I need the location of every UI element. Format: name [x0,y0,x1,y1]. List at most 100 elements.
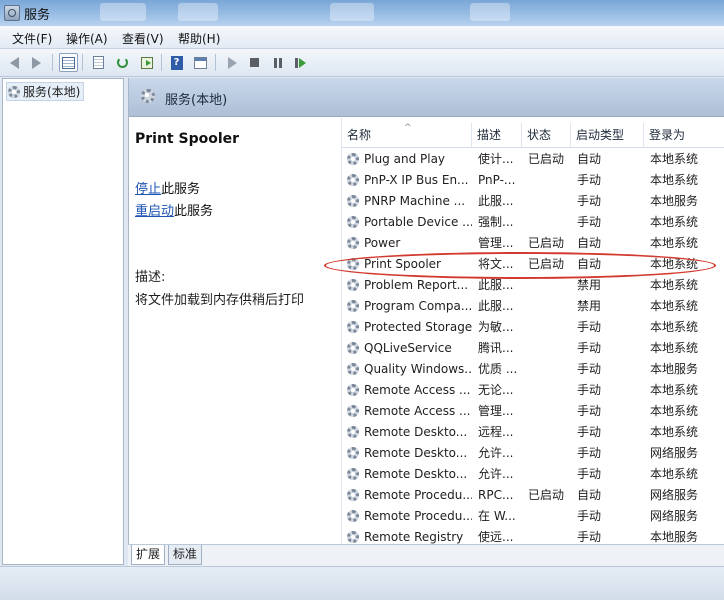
services-pane: 服务(本地) Print Spooler 停止此服务 重启动此服务 描述: 将文… [128,78,724,565]
table-row[interactable]: Print Spooler 将文... 已启动 自动 本地系统 [342,254,724,275]
stop-service-button[interactable] [245,53,264,72]
column-header-label: 启动类型 [576,128,625,142]
stop-service-link[interactable]: 停止 [135,182,161,197]
properties-list-button[interactable] [89,53,108,72]
pause-service-button[interactable] [268,53,287,72]
service-gear-icon [347,426,359,438]
export-list-icon [140,56,153,69]
service-name-cell: Print Spooler [364,257,441,271]
menu-view[interactable]: 查看(V) [122,30,164,47]
restart-service-link[interactable]: 重启动 [135,204,174,219]
column-header-name[interactable]: 名称 ^ [342,123,472,147]
service-description-cell: 强制... [478,215,514,229]
service-startup-type-cell: 手动 [577,194,602,208]
menu-action[interactable]: 操作(A) [66,30,108,47]
table-row[interactable]: Plug and Play 使计... 已启动 自动 本地系统 [342,149,724,170]
table-row[interactable]: Program Compa... 此服... 禁用 本地系统 [342,296,724,317]
service-status-cell [528,317,572,338]
service-log-on-cell: 网络服务 [650,509,699,523]
service-name-cell: Power [364,236,401,250]
service-startup-type-cell: 手动 [577,425,602,439]
blurred-background-region [178,3,218,21]
start-service-button[interactable] [223,53,242,72]
service-log-on-cell: 本地系统 [650,404,699,418]
toolbar: ? [0,49,724,77]
column-header-description[interactable]: 描述 [472,123,522,147]
table-row[interactable]: Remote Deskto... 远程... 手动 本地系统 [342,422,724,443]
service-description-cell: 允许... [478,467,514,481]
service-name-cell: Remote Procedu... [364,488,472,502]
service-startup-type-cell: 手动 [577,383,602,397]
tree-node-services-local[interactable]: 服务(本地) [6,82,85,101]
column-header-status[interactable]: 状态 [522,123,571,147]
services-gear-icon [141,89,155,103]
table-row[interactable]: Remote Deskto... 允许... 手动 本地系统 [342,464,724,485]
service-status-cell: 已启动 [528,257,565,271]
service-log-on-cell: 本地系统 [650,278,699,292]
table-row[interactable]: Quality Windows... 优质 ... 手动 本地服务 [342,359,724,380]
table-row[interactable]: PNRP Machine ... 此服... 手动 本地服务 [342,191,724,212]
service-startup-type-cell: 手动 [577,341,602,355]
service-description-cell: 优质 ... [478,362,518,376]
restart-service-button[interactable] [291,53,310,72]
service-description-cell: 使计... [478,152,514,166]
table-row[interactable]: Remote Registry 使远... 手动 本地服务 [342,527,724,544]
service-status-cell [528,443,572,464]
show-hide-tree-icon [62,56,75,69]
service-detail-panel: Print Spooler 停止此服务 重启动此服务 描述: 将文件加载到内存供… [129,118,339,544]
service-name-cell: Remote Access ... [364,383,471,397]
service-log-on-cell: 本地系统 [650,152,699,166]
service-gear-icon [347,510,359,522]
menu-file[interactable]: 文件(F) [12,30,52,47]
service-name-cell: Program Compa... [364,299,472,313]
tab-standard[interactable]: 标准 [168,545,203,565]
selected-service-name: Print Spooler [135,131,240,147]
service-name-cell: Problem Report... [364,278,469,292]
service-startup-type-cell: 禁用 [577,278,602,292]
properties-button[interactable] [191,53,210,72]
status-bar [0,566,724,600]
service-gear-icon [347,489,359,501]
table-row[interactable]: Remote Procedu... 在 W... 手动 网络服务 [342,506,724,527]
table-row[interactable]: Portable Device ... 强制... 手动 本地系统 [342,212,724,233]
service-gear-icon [347,468,359,480]
service-status-cell [528,170,572,191]
table-row[interactable]: QQLiveService 腾讯... 手动 本地系统 [342,338,724,359]
show-hide-tree-button[interactable] [59,53,78,72]
refresh-button[interactable] [113,53,132,72]
back-arrow-icon [10,56,19,69]
help-button[interactable]: ? [167,53,186,72]
service-gear-icon [347,447,359,459]
service-status-cell: 已启动 [528,488,565,502]
table-row[interactable]: PnP-X IP Bus En... PnP-... 手动 本地系统 [342,170,724,191]
service-gear-icon [347,300,359,312]
table-row[interactable]: Remote Access ... 无论... 手动 本地系统 [342,380,724,401]
service-gear-icon [347,174,359,186]
tab-extended[interactable]: 扩展 [131,545,166,565]
table-row[interactable]: Protected Storage 为敏... 手动 本地系统 [342,317,724,338]
service-name-cell: Portable Device ... [364,215,472,229]
column-header-log-on-as[interactable]: 登录为 [644,123,724,147]
service-startup-type-cell: 自动 [577,152,602,166]
export-list-button[interactable] [137,53,156,72]
table-row[interactable]: Remote Procedu... RPC... 已启动 自动 网络服务 [342,485,724,506]
table-row[interactable]: Power 管理... 已启动 自动 本地系统 [342,233,724,254]
toolbar-separator [215,54,216,71]
table-row[interactable]: Problem Report... 此服... 禁用 本地系统 [342,275,724,296]
service-name-cell: Plug and Play [364,152,446,166]
service-gear-icon [347,384,359,396]
service-status-cell [528,380,572,401]
service-description-cell: 使远... [478,530,514,544]
menu-help[interactable]: 帮助(H) [178,30,220,47]
table-row[interactable]: Remote Deskto... 允许... 手动 网络服务 [342,443,724,464]
table-row[interactable]: Remote Access ... 管理... 手动 本地系统 [342,401,724,422]
back-button[interactable] [5,53,24,72]
service-name-cell: Remote Registry [364,530,464,544]
services-table: 名称 ^ 描述 状态 启动类型 登录为 Plug and Play 使计... 已启… [341,118,724,544]
forward-button[interactable] [27,53,46,72]
tree-node-label: 服务(本地) [23,85,81,99]
service-status-cell [528,527,572,544]
column-header-startup-type[interactable]: 启动类型 [571,123,644,147]
service-startup-type-cell: 手动 [577,215,602,229]
service-log-on-cell: 本地系统 [650,236,699,250]
